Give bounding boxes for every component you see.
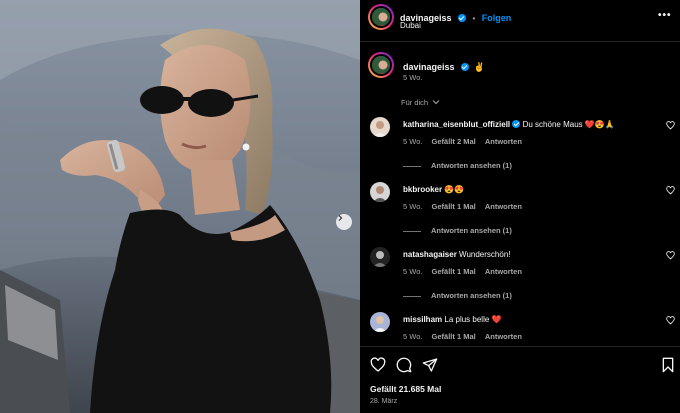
caption-username[interactable]: davinageiss — [403, 62, 455, 72]
avatar-image — [370, 117, 390, 137]
comment-text: Wunderschön! — [459, 250, 511, 259]
post-header: davinageiss • Folgen Dubai ••• — [360, 0, 680, 42]
comment-icon[interactable] — [396, 357, 412, 373]
comment-likes[interactable]: Gefällt 1 Mal — [432, 332, 476, 341]
verified-badge-icon — [512, 120, 521, 128]
post-photo[interactable] — [0, 0, 360, 413]
avatar-image — [370, 312, 390, 332]
post-date[interactable]: 28. März — [370, 398, 397, 405]
comment-avatar[interactable] — [370, 182, 390, 202]
comment-likes[interactable]: Gefällt 2 Mal — [432, 137, 476, 146]
comment-likes[interactable]: Gefällt 1 Mal — [432, 202, 476, 211]
paper-plane-icon[interactable] — [422, 357, 438, 373]
comment-heart-icon[interactable] — [666, 251, 675, 260]
more-options-button[interactable]: ••• — [658, 10, 672, 21]
comment-heart-icon[interactable] — [666, 121, 675, 130]
action-bar: Gefällt 21.685 Mal 28. März — [360, 346, 680, 413]
comment-username[interactable]: bkbrooker — [403, 185, 442, 194]
comment-avatar[interactable] — [370, 312, 390, 332]
separator-dot: • — [472, 14, 476, 23]
comment-username[interactable]: natashagaiser — [403, 250, 457, 259]
avatar-image — [372, 8, 390, 26]
likes-count[interactable]: Gefällt 21.685 Mal — [370, 384, 441, 394]
chevron-down-icon — [432, 100, 440, 105]
more-options-icon: ••• — [658, 10, 672, 21]
photo-illustration — [0, 0, 360, 413]
avatar[interactable] — [368, 4, 394, 30]
avatar-image — [372, 56, 390, 74]
follow-button[interactable]: Folgen — [482, 13, 512, 23]
comment-likes[interactable]: Gefällt 1 Mal — [432, 267, 476, 276]
bookmark-icon[interactable] — [661, 357, 675, 373]
comment-heart-icon[interactable] — [666, 186, 675, 195]
verified-badge-icon — [460, 63, 469, 71]
comment-text: Du schöne Maus ❤️😍🙏 — [522, 120, 615, 129]
for-you-label: Für dich — [401, 98, 429, 107]
location-label[interactable]: Dubai — [400, 21, 421, 30]
verified-badge-icon — [457, 14, 466, 22]
caption-time[interactable]: 5 Wo. — [403, 73, 422, 82]
comment-heart-icon[interactable] — [666, 316, 675, 325]
caption-avatar[interactable] — [368, 52, 394, 78]
view-replies-button[interactable]: Antworten ansehen (1) — [403, 161, 512, 170]
comment-avatar[interactable] — [370, 247, 390, 267]
reply-button[interactable]: Antworten — [485, 332, 522, 341]
comment-time[interactable]: 5 Wo. — [403, 202, 422, 211]
reply-button[interactable]: Antworten — [485, 267, 522, 276]
reply-button[interactable]: Antworten — [485, 137, 522, 146]
heart-icon[interactable] — [370, 357, 386, 373]
view-replies-button[interactable]: Antworten ansehen (1) — [403, 226, 512, 235]
chevron-right-icon — [338, 215, 343, 221]
carousel-next-button[interactable] — [336, 214, 352, 230]
view-replies-button[interactable]: Antworten ansehen (1) — [403, 291, 512, 300]
comment-avatar[interactable] — [370, 117, 390, 137]
avatar-image — [370, 182, 390, 202]
comment-text: 😍😍 — [444, 185, 465, 194]
comment-text: La plus belle ❤️ — [444, 315, 502, 324]
comment-time[interactable]: 5 Wo. — [403, 332, 422, 341]
comment-username[interactable]: katharina_eisenblut_offiziell — [403, 120, 510, 129]
post-sidebar: davinageiss • Folgen Dubai ••• davinagei… — [360, 0, 680, 413]
avatar-image — [370, 247, 390, 267]
comment-username[interactable]: missilham — [403, 315, 442, 324]
comment-time[interactable]: 5 Wo. — [403, 267, 422, 276]
caption-text: ✌️ — [473, 62, 485, 72]
comment-time[interactable]: 5 Wo. — [403, 137, 422, 146]
reply-button[interactable]: Antworten — [485, 202, 522, 211]
for-you-toggle[interactable]: Für dich — [401, 98, 440, 107]
